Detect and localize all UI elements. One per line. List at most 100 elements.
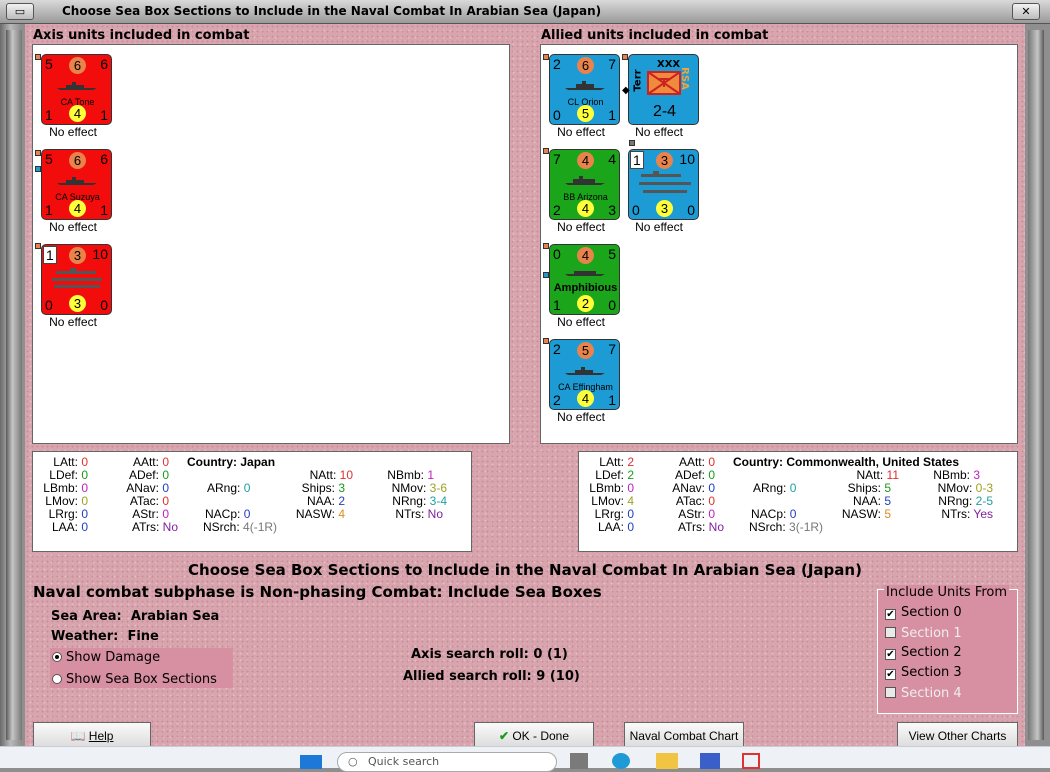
unit-size: XXX <box>657 59 681 70</box>
cost-value: 0 <box>687 202 695 218</box>
stat-value: 0 <box>162 507 169 521</box>
checkbox-label: Section 1 <box>901 626 962 641</box>
unit-counter[interactable]: 0 4 5 Amphibious 1 2 0 <box>549 244 620 315</box>
checkbox-unchecked-icon <box>885 687 896 698</box>
defense-value: 6 <box>577 57 594 74</box>
stat-value: 3 <box>973 468 980 482</box>
stat-label: AAtt: <box>678 455 705 469</box>
ok-done-button[interactable]: ✔ OK - Done <box>474 722 594 748</box>
stat-value: 0 <box>708 494 715 508</box>
country-label: Country: <box>187 455 237 469</box>
checkbox-checked-icon: ✔ <box>885 609 896 620</box>
stat-value: 2 <box>627 468 634 482</box>
stat-label: LBmb: <box>589 481 624 495</box>
search-placeholder: Quick search <box>368 755 440 768</box>
defense-value: 5 <box>577 342 594 359</box>
axis-search-roll: Axis search roll: 0 (1) <box>411 647 568 662</box>
unit-counter[interactable]: 2 6 7 CL Orion 0 5 1 <box>549 54 620 125</box>
unit-counter[interactable]: 2 5 7 CA Effingham 2 4 1 <box>549 339 620 410</box>
section-3-checkbox[interactable]: ✔ Section 3 <box>885 665 962 680</box>
ship-icon <box>565 176 605 185</box>
carrier-counter[interactable]: 1 3 10 0 3 0 <box>628 149 699 220</box>
unit-effect: No effect <box>635 125 683 139</box>
game-icon[interactable] <box>700 753 720 769</box>
stack-diamond-icon: ◆ <box>622 85 630 96</box>
range-value: 10 <box>92 246 108 262</box>
aa-value: 0 <box>632 202 640 218</box>
stat-value: 0 <box>243 481 251 495</box>
allied-units-label: Allied units included in combat <box>541 28 769 43</box>
stat-label: NASW: <box>841 507 881 521</box>
movement-value: 4 <box>577 200 594 217</box>
stat-label: NAtt: <box>856 468 884 482</box>
country-label: Country: <box>733 455 783 469</box>
section-0-checkbox[interactable]: ✔ Section 0 <box>885 605 962 620</box>
movement-value: 4 <box>577 390 594 407</box>
section-4-checkbox[interactable]: Section 4 <box>885 686 962 701</box>
defense-value: 3 <box>656 152 673 169</box>
show-damage-radio[interactable]: Show Damage <box>52 650 160 665</box>
checkbox-label: Section 3 <box>901 665 962 680</box>
stat-label: LRrg: <box>594 507 624 521</box>
unit-counter[interactable]: 7 4 4 BB Arizona 2 4 3 <box>549 149 620 220</box>
carrier-counter[interactable]: 1 3 10 0 3 0 <box>41 244 112 315</box>
app-icon[interactable] <box>570 753 588 769</box>
movement-value: 4 <box>69 105 86 122</box>
defense-value: 4 <box>577 152 594 169</box>
minimize-button[interactable]: ▭ <box>6 3 34 20</box>
attack-value: 5 <box>45 151 53 167</box>
stat-value: 5 <box>884 481 891 495</box>
title-bar[interactable]: ▭ Choose Sea Box Sections to Include in … <box>0 0 1050 24</box>
unit-counter[interactable]: 5 6 6 CA Suzuya 1 4 1 <box>41 149 112 220</box>
stat-label: Ships: <box>301 481 335 495</box>
stat-label: NBmb: <box>387 468 424 482</box>
section-2-checkbox[interactable]: ✔ Section 2 <box>885 645 962 660</box>
movement-value: 4 <box>69 200 86 217</box>
defense-value: 6 <box>69 57 86 74</box>
unit-effect: No effect <box>557 220 605 234</box>
office-icon[interactable] <box>742 753 760 769</box>
taskbar-search[interactable]: ○ Quick search <box>337 752 557 772</box>
checkbox-label: Section 2 <box>901 645 962 660</box>
stat-label: NAtt: <box>309 468 337 482</box>
stat-label: LAtt: <box>599 455 624 469</box>
view-other-charts-button[interactable]: View Other Charts <box>897 722 1018 748</box>
section-1-checkbox[interactable]: Section 1 <box>885 626 962 641</box>
sea-area-label: Sea Area: <box>51 609 122 624</box>
aa-value: 1 <box>45 202 53 218</box>
unit-type: Terr <box>632 69 644 92</box>
stat-label: NBmb: <box>933 468 970 482</box>
folder-icon[interactable] <box>656 753 678 769</box>
naval-combat-chart-button[interactable]: Naval Combat Chart <box>624 722 744 748</box>
stat-value: 0 <box>789 481 797 495</box>
stat-label: ADef: <box>674 468 705 482</box>
stat-value: Yes <box>973 507 993 521</box>
frame-left <box>6 30 22 740</box>
stat-value: 3-4 <box>429 494 447 508</box>
attack-value: 1 <box>630 151 644 169</box>
defense-value: 6 <box>69 152 86 169</box>
close-button[interactable]: ✕ <box>1012 3 1040 20</box>
stat-value: 0 <box>708 455 715 469</box>
attack-value: 2 <box>553 341 561 357</box>
start-icon[interactable] <box>300 755 322 769</box>
stat-label: ARng: <box>207 481 241 495</box>
stat-label: NTrs: <box>395 507 425 521</box>
unit-effect: No effect <box>49 315 97 329</box>
cost-value: 1 <box>100 202 108 218</box>
checkbox-checked-icon: ✔ <box>885 649 896 660</box>
browser-icon[interactable] <box>612 753 630 769</box>
help-button[interactable]: 📖 Help <box>33 722 151 748</box>
aa-value: 2 <box>553 392 561 408</box>
sea-area-row: Sea Area: Arabian Sea <box>51 609 219 624</box>
stat-value: 0 <box>243 507 251 521</box>
cost-value: 3 <box>608 202 616 218</box>
subphase-text: Naval combat subphase is Non-phasing Com… <box>33 583 602 601</box>
unit-counter[interactable]: 5 6 6 CA Tone 1 4 1 <box>41 54 112 125</box>
stat-label: NACp: <box>751 507 787 521</box>
show-sections-radio[interactable]: Show Sea Box Sections <box>52 672 217 687</box>
attack-value: 0 <box>553 246 561 262</box>
land-unit-counter[interactable]: XXX Terr RSA 2-4 <box>628 54 699 125</box>
unit-effect: No effect <box>557 315 605 329</box>
stat-value: 4 <box>338 507 345 521</box>
